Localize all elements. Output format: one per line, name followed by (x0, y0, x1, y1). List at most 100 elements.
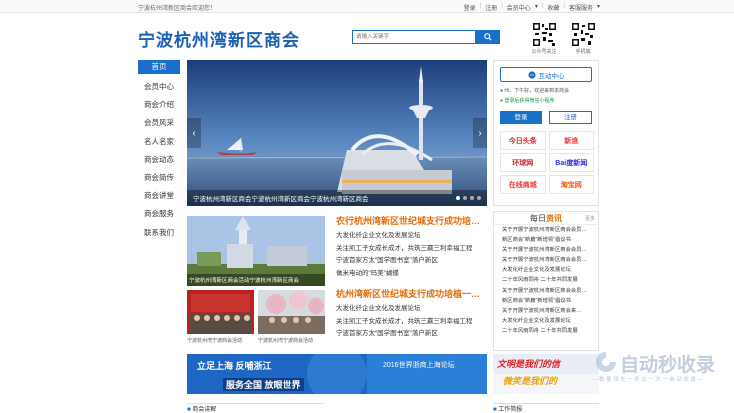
partner-online-mall[interactable]: 在线商城 (500, 175, 546, 194)
daily-news-item[interactable]: 新区商会“新篇”新增领“倡议书 (494, 235, 598, 245)
search-icon (484, 33, 492, 41)
news-block-2: 杭州湾新区世纪城支行成功培植一… 大发化纤企业文化及发展论坛 关注凯工子女成长成… (336, 287, 480, 341)
register-link[interactable]: 注册 (485, 3, 497, 12)
greeting-text: ● Hi，下午好，欢迎来到本商会 (500, 87, 569, 94)
site-logo[interactable]: 宁波杭州湾新区商会 (138, 26, 300, 51)
event-photo-1 (187, 290, 254, 334)
qr-label-wechat: 公众号关注 (531, 49, 557, 55)
nav-item-home[interactable]: 首页 (138, 60, 180, 74)
banner-dot[interactable] (477, 196, 481, 200)
nav-item-member-style[interactable]: 会员风采 (138, 114, 180, 132)
watermark-text: 自动秒收录 (620, 355, 716, 376)
daily-news-item[interactable]: 二十年风雨同舟 二十年共同发展 (494, 275, 598, 285)
watermark: 自动秒收录 --- 数 量 领 先 一 来 访 一 次 一 自 动 收 录 --… (588, 346, 734, 396)
daily-news-item[interactable]: 二十年风雨同舟 二十年共同发展 (494, 326, 598, 336)
register-button[interactable]: 注册 (549, 111, 592, 124)
daily-news-item[interactable]: 大发化纤企业文化及发展论坛 (494, 316, 598, 326)
chevron-down-icon: ▾ (534, 4, 538, 10)
news-item[interactable]: 宁波首家方太“国学图书室”落户新区 (336, 255, 480, 268)
tab-lecture[interactable]: ■ 商会讲解 (187, 403, 325, 413)
ad-civility-bottom: 微笑是我们的 (503, 376, 558, 386)
ad-banner-forum[interactable]: 立足上海 反哺浙江 服务全国 放眼世界 2016世界浙商上海论坛 (187, 354, 487, 394)
collect-link[interactable]: 收藏 (547, 3, 559, 12)
daily-news-panel: 每日资讯 更多 关于开展宁波杭州湾新区商会会员… 新区商会“新篇”新增领“倡议书… (493, 211, 599, 351)
watermark-subtext: --- 数 量 领 先 一 来 访 一 次 一 自 动 收 录 --- (592, 377, 703, 383)
daily-title-prefix: 每日 (530, 214, 546, 223)
thumb-event-1[interactable] (187, 290, 254, 334)
news-headline-2[interactable]: 杭州湾新区世纪城支行成功培植一… (336, 287, 480, 300)
news-item[interactable]: 关注凯工子女成长成才，共筑三嬴三利幸福工程 (336, 316, 480, 329)
news-item[interactable]: 大发化纤企业文化及发展论坛 (336, 303, 480, 316)
partner-taobao[interactable]: 淘宝网 (548, 175, 594, 194)
banner-dot[interactable] (456, 196, 460, 200)
chevron-down-icon: ▾ (596, 4, 600, 10)
ad-banner-civility[interactable]: 文明是我们的信 微笑是我们的 (493, 354, 599, 394)
daily-news-item[interactable]: 新区商会“新篇”新增领“倡议书 (494, 296, 598, 306)
greeting-label: Hi，下午好，欢迎来到本商会 (504, 88, 570, 94)
ad-forum-right: 2016世界浙商上海论坛 (383, 362, 455, 369)
partner-sina[interactable]: 新浪 (548, 131, 594, 150)
thumb-event-2[interactable] (258, 290, 325, 334)
partner-links: 今日头条 新浪 环球网 Bai度新闻 在线商城 淘宝网 (500, 131, 594, 194)
search-input[interactable] (352, 30, 476, 44)
news-item[interactable]: 宁波首家方太“国学图书室”落户新区 (336, 328, 480, 341)
nav-item-lecture[interactable]: 商会讲堂 (138, 187, 180, 205)
tab-work-brief[interactable]: ■ 工作简报 (493, 403, 599, 413)
banner-dot[interactable] (463, 196, 467, 200)
ad-civility-top: 文明是我们的信 (497, 359, 561, 369)
banner-caption[interactable]: 宁波杭州湾新区商会宁波杭州湾新区商会宁波杭州湾新区商会 (193, 193, 369, 203)
partner-huanqiu[interactable]: 环球网 (500, 153, 546, 172)
hero-banner[interactable]: ‹ › 宁波杭州湾新区商会宁波杭州湾新区商会宁波杭州湾新区商会 (187, 60, 487, 206)
daily-news-item[interactable]: 大发化纤企业文化及发展论坛 (494, 265, 598, 275)
interaction-center-label: 互动中心 (538, 72, 565, 80)
nav-item-services[interactable]: 商会服务 (138, 205, 180, 223)
nav-item-member-center[interactable]: 会员中心 (138, 78, 180, 96)
banner-dot[interactable] (470, 196, 474, 200)
nav-item-news[interactable]: 商会动态 (138, 151, 180, 169)
nav-item-intro[interactable]: 商会介绍 (138, 96, 180, 114)
wechat-label: 登录后获得微信小程序 (504, 98, 555, 104)
chat-icon (527, 70, 536, 79)
news-item[interactable]: 做米电动的“玛美”蝴蝶 (336, 268, 480, 281)
wechat-text[interactable]: ● 登录后获得微信小程序 (500, 97, 554, 104)
news-block-1: 农行杭州湾新区世纪城支行成功培… 大发化纤企业文化及发展论坛 关注凯工子女成长成… (336, 214, 480, 280)
user-panel: 互动中心 ● Hi，下午好，欢迎来到本商会 ● 登录后获得微信小程序 登录 注册… (493, 60, 599, 206)
interaction-center-button[interactable]: 互动中心 (500, 67, 592, 82)
tab-brief-icon: ■ (493, 407, 497, 413)
thumb-caption-2[interactable]: 宁波杭州湾宁波商会活动 (258, 337, 313, 344)
top-bar: 宁波杭州湾新区商会欢迎您！ 登录 | 注册 | 会员中心 ▾ | 收藏 | 客服… (0, 0, 734, 13)
login-button[interactable]: 登录 (500, 111, 542, 124)
tab-lecture-label: 商会讲解 (192, 407, 217, 413)
daily-news-item[interactable]: 关于开展宁波杭州湾新区商会来… (494, 306, 598, 316)
left-nav: 首页 会员中心 商会介绍 会员风采 名人名家 商会动态 商会简传 商会讲堂 商会… (138, 60, 180, 242)
daily-title-suffix: 资讯 (546, 214, 562, 223)
daily-news-item[interactable]: 关于开展宁波杭州湾新区商会会员… (494, 225, 598, 235)
search-button[interactable] (476, 30, 500, 44)
daily-news-item[interactable]: 关于开展宁波杭州湾新区商会会员… (494, 286, 598, 296)
qr-code-wechat (532, 22, 557, 47)
nav-item-celebrities[interactable]: 名人名家 (138, 133, 180, 151)
banner-prev-button[interactable]: ‹ (187, 118, 201, 148)
banner-image (187, 60, 487, 206)
daily-more-link[interactable]: 更多 (585, 215, 595, 222)
login-link[interactable]: 登录 (464, 3, 476, 12)
nav-item-contact[interactable]: 联系我们 (138, 224, 180, 242)
daily-news-item[interactable]: 关于开展宁波杭州湾新区商会会员… (494, 245, 598, 255)
daily-news-item[interactable]: 关于开展宁波杭州湾新区商会会员… (494, 255, 598, 265)
partner-toutiao[interactable]: 今日头条 (500, 131, 546, 150)
ad-forum-bottom: 服务全国 放眼世界 (223, 378, 304, 391)
feature-thumb-big[interactable]: 宁波杭州湾新区商会活动宁波杭州湾新区商会 (187, 216, 325, 286)
banner-next-button[interactable]: › (473, 118, 487, 148)
partner-baidu-news[interactable]: Bai度新闻 (548, 153, 594, 172)
ad-forum-top: 立足上海 反哺浙江 (197, 361, 272, 371)
thumb-caption-1[interactable]: 宁波杭州湾宁波商会活动 (187, 337, 242, 344)
search-box (352, 30, 500, 44)
member-center-link[interactable]: 会员中心 (507, 3, 531, 12)
news-item[interactable]: 关注凯工子女成长成才，共筑三嬴三利幸福工程 (336, 243, 480, 256)
nav-item-brief[interactable]: 商会简传 (138, 169, 180, 187)
wechat-icon: ● (500, 98, 504, 104)
service-link[interactable]: 客服服务 (569, 3, 593, 12)
news-item[interactable]: 大发化纤企业文化及发展论坛 (336, 230, 480, 243)
news-headline-1[interactable]: 农行杭州湾新区世纪城支行成功培… (336, 214, 480, 227)
banner-dots (456, 196, 481, 200)
